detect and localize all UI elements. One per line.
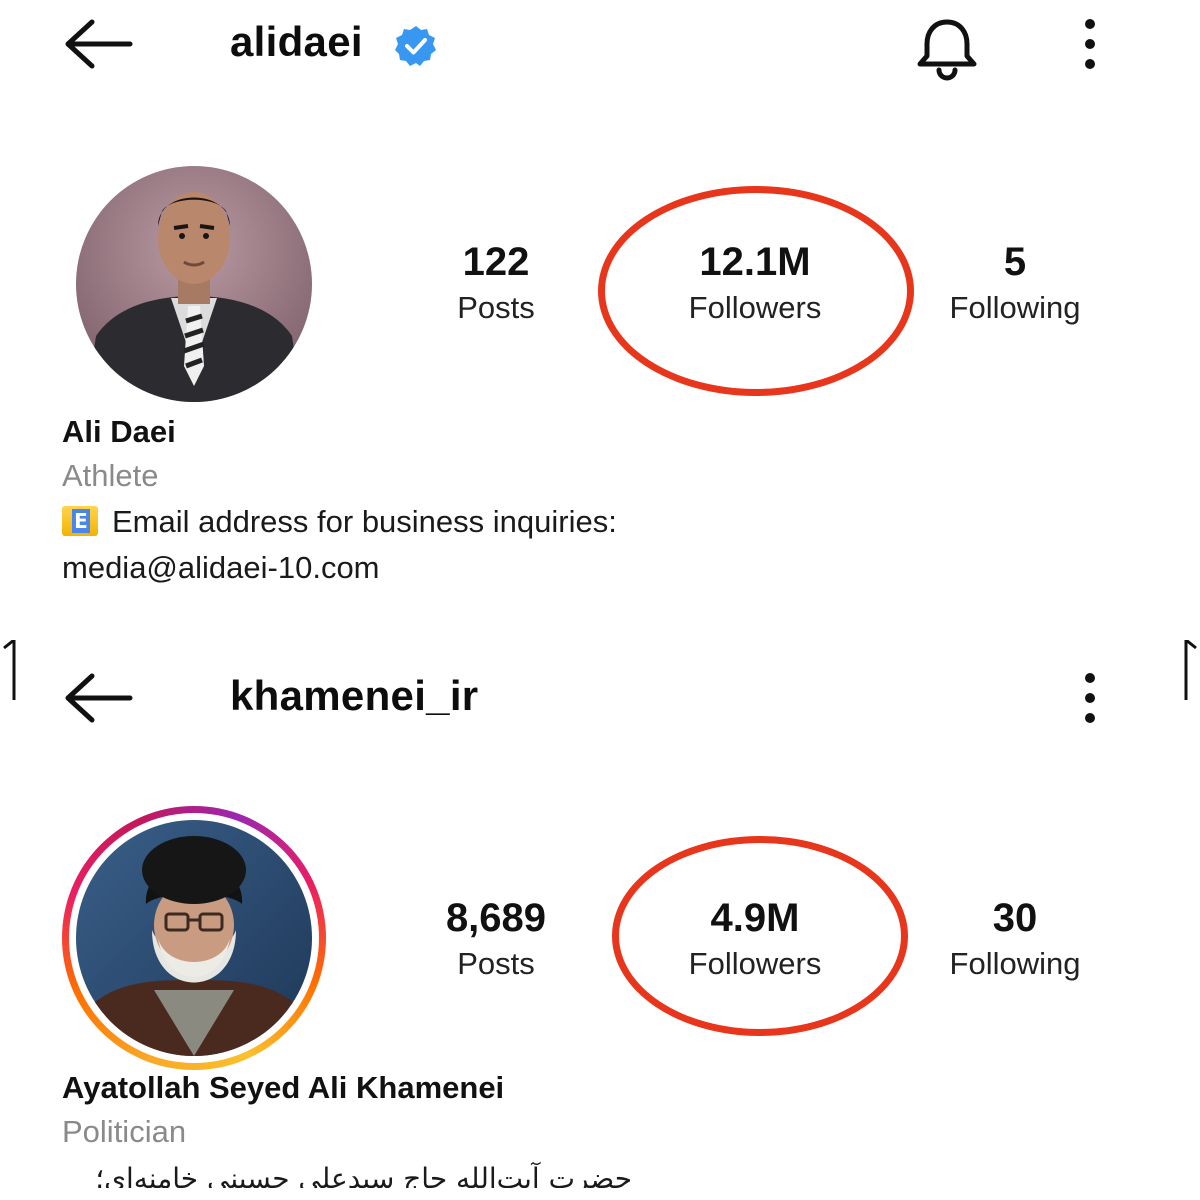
- comparison-collage: alidaei 122 Posts 12.1M Followers 5 Foll…: [0, 0, 1200, 1200]
- profile-category: Politician: [62, 1114, 187, 1149]
- notifications-button[interactable]: [912, 14, 982, 84]
- more-options-icon: [1085, 673, 1095, 723]
- posts-label: Posts: [457, 946, 535, 981]
- followers-label: Followers: [688, 946, 822, 981]
- following-label: Following: [949, 290, 1081, 325]
- email-e-badge-icon: E: [62, 506, 98, 536]
- profile-panel-alidaei: alidaei 122 Posts 12.1M Followers 5 Foll…: [0, 0, 1200, 620]
- avatar-photo: [76, 166, 312, 402]
- back-button[interactable]: [58, 668, 138, 728]
- bell-icon: [917, 19, 977, 81]
- profile-avatar-story-ring[interactable]: [62, 806, 326, 1070]
- profile-full-name: Ali Daei: [62, 414, 176, 449]
- profile-username: alidaei: [230, 18, 363, 65]
- posts-count: 8,689: [445, 896, 547, 940]
- followers-count: 12.1M: [699, 240, 811, 284]
- avatar-photo: [76, 820, 312, 1056]
- verified-badge-icon: [395, 26, 436, 66]
- back-arrow-icon: [65, 19, 133, 69]
- following-count: 5: [1003, 240, 1027, 284]
- back-arrow-icon: [65, 673, 133, 723]
- corner-bracket-left: [3, 640, 16, 700]
- more-options-icon: [1085, 19, 1095, 69]
- posts-stat[interactable]: 122 Posts: [376, 238, 616, 328]
- bio-email-link[interactable]: media@alidaei-10.com: [62, 550, 380, 586]
- profile-username: khamenei_ir: [230, 672, 479, 719]
- profile-category: Athlete: [62, 458, 159, 493]
- following-stat[interactable]: 30 Following: [895, 894, 1135, 984]
- following-label: Following: [949, 946, 1081, 981]
- following-stat[interactable]: 5 Following: [895, 238, 1135, 328]
- followers-label: Followers: [688, 290, 822, 325]
- back-button[interactable]: [58, 14, 138, 74]
- corner-bracket-right: [1184, 640, 1197, 700]
- profile-panel-khamenei: khamenei_ir 8,689 Posts 4.9M Followers 3…: [0, 640, 1200, 1200]
- posts-stat[interactable]: 8,689 Posts: [376, 894, 616, 984]
- profile-full-name: Ayatollah Seyed Ali Khamenei: [62, 1070, 505, 1105]
- followers-stat[interactable]: 4.9M Followers: [635, 894, 875, 984]
- bio-line: E Email address for business inquiries:: [62, 504, 617, 540]
- followers-stat[interactable]: 12.1M Followers: [635, 238, 875, 328]
- posts-label: Posts: [457, 290, 535, 325]
- profile-avatar[interactable]: [76, 166, 312, 402]
- followers-count: 4.9M: [710, 896, 800, 940]
- more-options-button[interactable]: [1070, 14, 1110, 74]
- posts-count: 122: [462, 240, 530, 284]
- following-count: 30: [992, 896, 1038, 940]
- bio-text: Email address for business inquiries:: [112, 504, 617, 539]
- bio-text-persian: حضرت آیت‌الله حاج سیدعلی حسینی خامنه‌ای؛: [95, 1162, 632, 1188]
- more-options-button[interactable]: [1070, 668, 1110, 728]
